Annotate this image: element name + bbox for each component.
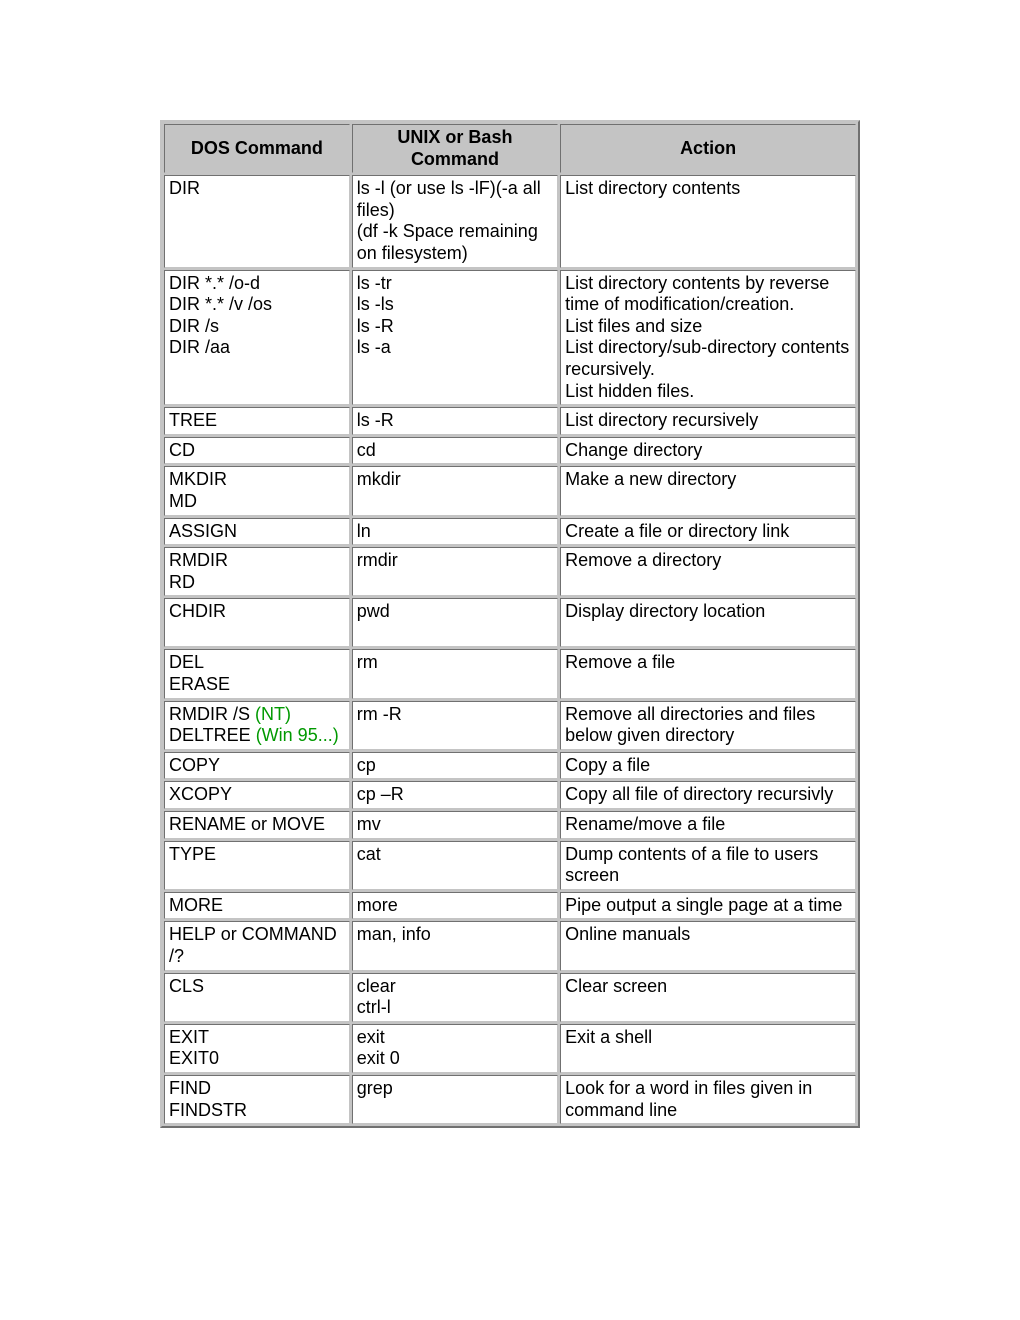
cell-action: Rename/move a file (560, 811, 856, 839)
table-row: CHDIRpwd Display directory location (164, 598, 856, 647)
cell-action: Copy all file of directory recursivly (560, 781, 856, 809)
cell-dos: DIR *.* /o-dDIR *.* /v /osDIR /sDIR /aa (164, 270, 350, 406)
cell-unix: pwd (352, 598, 558, 647)
cell-unix: man, info (352, 921, 558, 970)
table-row: ASSIGNlnCreate a file or directory link (164, 518, 856, 546)
header-action: Action (560, 124, 856, 173)
cell-dos: MKDIRMD (164, 466, 350, 515)
cell-unix: rm (352, 649, 558, 698)
cell-dos: CHDIR (164, 598, 350, 647)
cell-action: Change directory (560, 437, 856, 465)
table-row: CDcdChange directory (164, 437, 856, 465)
table-row: MOREmorePipe output a single page at a t… (164, 892, 856, 920)
cell-unix: mv (352, 811, 558, 839)
cell-dos: CD (164, 437, 350, 465)
cell-dos: ASSIGN (164, 518, 350, 546)
table-row: XCOPYcp –RCopy all file of directory rec… (164, 781, 856, 809)
cell-dos: DIR (164, 175, 350, 267)
cell-action: Make a new directory (560, 466, 856, 515)
table-row: COPYcpCopy a file (164, 752, 856, 780)
cell-dos: FINDFINDSTR (164, 1075, 350, 1124)
cell-unix: grep (352, 1075, 558, 1124)
cell-dos: RMDIRRD (164, 547, 350, 596)
table-row: RENAME or MOVEmvRename/move a file (164, 811, 856, 839)
command-comparison-table: DOS Command UNIX or Bash Command Action … (160, 120, 860, 1128)
cell-dos: EXITEXIT0 (164, 1024, 350, 1073)
cell-dos: CLS (164, 973, 350, 1022)
table-row: FINDFINDSTRgrepLook for a word in files … (164, 1075, 856, 1124)
table-row: RMDIR /S (NT)DELTREE (Win 95...)rm -RRem… (164, 701, 856, 750)
cell-unix: cd (352, 437, 558, 465)
cell-unix: clearctrl-l (352, 973, 558, 1022)
table-row: DIR *.* /o-dDIR *.* /v /osDIR /sDIR /aal… (164, 270, 856, 406)
page: DOS Command UNIX or Bash Command Action … (0, 0, 1020, 1320)
cell-unix: cp (352, 752, 558, 780)
cell-action: Remove a file (560, 649, 856, 698)
header-dos: DOS Command (164, 124, 350, 173)
cell-action: List directory recursively (560, 407, 856, 435)
cell-action: Exit a shell (560, 1024, 856, 1073)
cell-action: List directory contents (560, 175, 856, 267)
cell-dos: TYPE (164, 841, 350, 890)
cell-dos: COPY (164, 752, 350, 780)
cell-action: Clear screen (560, 973, 856, 1022)
table-row: TYPEcatDump contents of a file to users … (164, 841, 856, 890)
table-row: EXITEXIT0exitexit 0Exit a shell (164, 1024, 856, 1073)
cell-unix: rmdir (352, 547, 558, 596)
cell-action: List directory contents by reverse time … (560, 270, 856, 406)
cell-dos: XCOPY (164, 781, 350, 809)
cell-dos: DELERASE (164, 649, 350, 698)
cell-dos: RMDIR /S (NT)DELTREE (Win 95...) (164, 701, 350, 750)
table-row: TREEls -RList directory recursively (164, 407, 856, 435)
cell-unix: more (352, 892, 558, 920)
cell-action: Display directory location (560, 598, 856, 647)
cell-action: Remove a directory (560, 547, 856, 596)
cell-dos: MORE (164, 892, 350, 920)
table-row: RMDIRRDrmdirRemove a directory (164, 547, 856, 596)
cell-dos: RENAME or MOVE (164, 811, 350, 839)
cell-action: Copy a file (560, 752, 856, 780)
table-row: CLSclearctrl-lClear screen (164, 973, 856, 1022)
cell-action: Online manuals (560, 921, 856, 970)
table-row: HELP or COMMAND /?man, infoOnline manual… (164, 921, 856, 970)
cell-unix: cat (352, 841, 558, 890)
cell-unix: rm -R (352, 701, 558, 750)
cell-dos: HELP or COMMAND /? (164, 921, 350, 970)
cell-unix: mkdir (352, 466, 558, 515)
cell-unix: cp –R (352, 781, 558, 809)
header-unix: UNIX or Bash Command (352, 124, 558, 173)
cell-unix: ls -trls -lsls -Rls -a (352, 270, 558, 406)
cell-unix: exitexit 0 (352, 1024, 558, 1073)
cell-action: Create a file or directory link (560, 518, 856, 546)
cell-action: Look for a word in files given in comman… (560, 1075, 856, 1124)
cell-unix: ls -l (or use ls -lF)(-a all files)(df -… (352, 175, 558, 267)
cell-action: Remove all directories and files below g… (560, 701, 856, 750)
table-row: DELERASErmRemove a file (164, 649, 856, 698)
cell-unix: ls -R (352, 407, 558, 435)
cell-unix: ln (352, 518, 558, 546)
table-header-row: DOS Command UNIX or Bash Command Action (164, 124, 856, 173)
cell-action: Pipe output a single page at a time (560, 892, 856, 920)
table-row: DIRls -l (or use ls -lF)(-a all files)(d… (164, 175, 856, 267)
table-row: MKDIRMDmkdirMake a new directory (164, 466, 856, 515)
cell-action: Dump contents of a file to users screen (560, 841, 856, 890)
cell-dos: TREE (164, 407, 350, 435)
